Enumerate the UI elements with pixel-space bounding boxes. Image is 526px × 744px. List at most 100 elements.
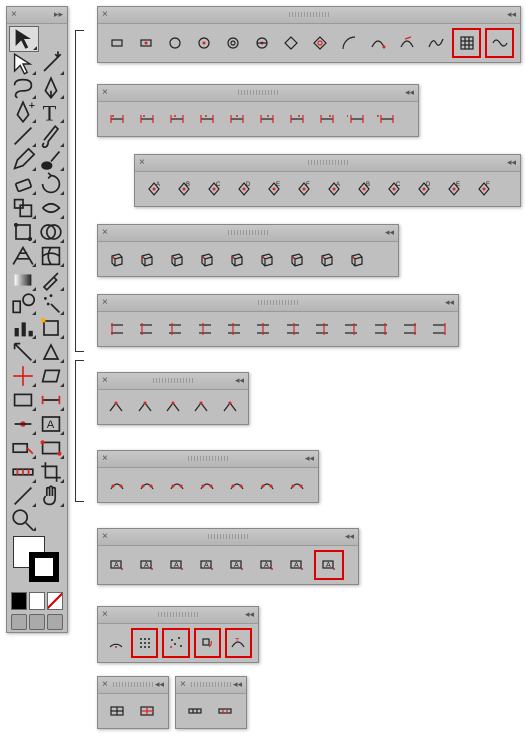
dim-angle-icon[interactable] (344, 106, 370, 132)
diamond-icon[interactable] (278, 30, 303, 56)
grid-lines-icon[interactable] (163, 316, 188, 342)
close-icon[interactable]: × (102, 679, 108, 690)
dim-point-icon[interactable] (194, 106, 220, 132)
tangent-icon[interactable] (394, 30, 419, 56)
rotate-tool[interactable] (37, 172, 65, 196)
dot-icon[interactable]: E (441, 176, 467, 202)
perspective-tool[interactable] (37, 340, 65, 364)
panel-header[interactable]: ×◂◂ (176, 677, 246, 694)
phi-icon[interactable] (368, 316, 393, 342)
eyedropper-tool[interactable] (37, 268, 65, 292)
mesh-tool[interactable] (37, 244, 65, 268)
collapse-icon[interactable]: ▸▸ (54, 9, 63, 20)
grid-icon[interactable] (452, 28, 481, 58)
skew-icon[interactable] (132, 394, 156, 420)
selection-tool[interactable] (9, 26, 39, 52)
diamond-c-icon[interactable]: C (201, 176, 227, 202)
dim-box-icon[interactable] (284, 106, 310, 132)
circle-r-icon[interactable]: A (321, 176, 347, 202)
collapse-icon[interactable]: ◂◂ (345, 531, 354, 542)
degree-icon[interactable] (339, 316, 364, 342)
column-graph-tool[interactable] (9, 316, 37, 340)
width-tool[interactable] (37, 196, 65, 220)
peak-icon[interactable]: D (411, 176, 437, 202)
label-tool[interactable] (9, 436, 37, 460)
collapse-icon[interactable]: ◂◂ (305, 453, 314, 464)
tangent-t-icon[interactable]: B (351, 176, 377, 202)
dim-lines-icon[interactable] (224, 106, 250, 132)
cube-solid-icon[interactable] (344, 246, 370, 272)
curve-icon[interactable] (365, 30, 390, 56)
cylinder-icon[interactable] (194, 246, 220, 272)
pencil-tool[interactable] (9, 148, 37, 172)
perp-target-icon[interactable] (427, 316, 452, 342)
collapse-icon[interactable]: ◂◂ (405, 87, 414, 98)
collapse-icon[interactable]: ◂◂ (155, 679, 164, 690)
direct-selection-tool[interactable] (9, 52, 37, 76)
hatch-icon[interactable] (133, 316, 158, 342)
balloon-icon[interactable]: A (224, 552, 250, 578)
close-icon[interactable]: × (139, 157, 145, 168)
close-icon[interactable]: × (102, 9, 108, 20)
cone-icon[interactable] (254, 246, 280, 272)
close-icon[interactable]: × (11, 9, 17, 20)
collapse-icon[interactable]: ◂◂ (235, 375, 244, 386)
wave-icon[interactable] (485, 28, 514, 58)
line-segment-tool[interactable] (9, 124, 37, 148)
row-icon[interactable] (182, 698, 208, 724)
paintbrush-tool[interactable] (37, 124, 65, 148)
swatch-black[interactable] (11, 592, 27, 610)
close-icon[interactable]: × (180, 679, 186, 690)
point-rect-icon[interactable] (133, 30, 158, 56)
dim-h-icon[interactable] (104, 106, 130, 132)
table-edit-icon[interactable] (134, 698, 160, 724)
spline-icon[interactable] (423, 30, 448, 56)
dot-grid-icon[interactable] (131, 628, 158, 658)
box-3d-icon[interactable] (104, 246, 130, 272)
symbol-sprayer-tool[interactable] (37, 292, 65, 316)
wave-path-icon[interactable] (284, 472, 310, 498)
dim-x-icon[interactable] (134, 106, 160, 132)
close-icon[interactable]: × (102, 87, 108, 98)
rectangle-shape-tool[interactable] (9, 388, 37, 412)
type-tool[interactable]: T (37, 100, 65, 124)
row-edit-icon[interactable] (212, 698, 238, 724)
parallel-icon[interactable] (104, 316, 129, 342)
rectangle-icon[interactable] (104, 30, 129, 56)
path-icon[interactable]: C (381, 176, 407, 202)
type-path-icon[interactable]: T (225, 628, 252, 658)
arc-pattern-icon[interactable] (104, 630, 127, 656)
segment-label-icon[interactable]: A (314, 550, 344, 580)
close-icon[interactable]: × (102, 453, 108, 464)
measure-tool[interactable] (9, 460, 37, 484)
divide-icon[interactable] (251, 316, 276, 342)
close-icon[interactable]: × (102, 375, 108, 386)
magic-wand-tool[interactable] (37, 52, 65, 76)
shear-icon[interactable] (161, 394, 185, 420)
angle-tool-icon[interactable] (221, 316, 246, 342)
screen-mode-preview[interactable] (47, 614, 63, 630)
perspective-grid-tool[interactable] (9, 244, 37, 268)
parallelogram-tool[interactable] (37, 364, 65, 388)
theta-icon[interactable] (309, 316, 334, 342)
slice-tool[interactable] (9, 340, 37, 364)
scatter-icon[interactable] (162, 628, 189, 658)
point-circle-icon[interactable] (191, 30, 216, 56)
swatch-white[interactable] (29, 592, 45, 610)
bracket-a-icon[interactable]: A (254, 552, 280, 578)
arc-a-icon[interactable]: D (231, 176, 257, 202)
smooth-icon[interactable] (164, 472, 190, 498)
screen-mode-normal[interactable] (11, 614, 27, 630)
line-3d-icon[interactable] (284, 246, 310, 272)
prism-icon[interactable] (314, 246, 340, 272)
toolbox-header[interactable]: × ▸▸ (7, 7, 67, 24)
collapse-icon[interactable]: ◂◂ (245, 609, 254, 620)
swatch-none[interactable] (47, 592, 63, 610)
cube-icon[interactable] (134, 246, 160, 272)
join-icon[interactable] (254, 472, 280, 498)
panel-header[interactable]: ×◂◂ (98, 225, 398, 242)
bars-icon[interactable] (192, 316, 217, 342)
corner-icon[interactable] (104, 472, 130, 498)
blend-tool[interactable] (9, 292, 37, 316)
diamond-n-icon[interactable]: A (141, 176, 167, 202)
